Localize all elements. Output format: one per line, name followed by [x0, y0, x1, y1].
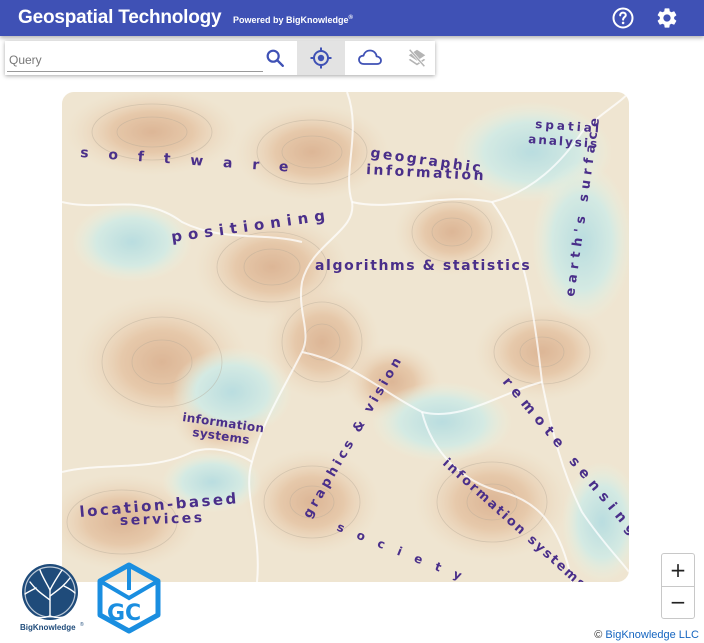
- topic-map[interactable]: s o f t w a r e geographic information s…: [62, 92, 629, 582]
- search-button[interactable]: [251, 41, 299, 75]
- bk-logo-mark: ®: [80, 621, 84, 628]
- gc-letters: GC: [107, 601, 141, 626]
- zoom-out-button[interactable]: −: [662, 586, 694, 618]
- copyright-symbol: ©: [594, 629, 603, 641]
- layers-toggle-button[interactable]: [393, 41, 441, 75]
- cloud-button[interactable]: [346, 41, 394, 75]
- app-title: Geospatial Technology: [18, 7, 222, 28]
- cloud-icon: [358, 49, 382, 65]
- zoom-control: + −: [661, 553, 695, 619]
- zoom-in-button[interactable]: +: [662, 554, 694, 587]
- terrain-map[interactable]: s o f t w a r e geographic information s…: [62, 92, 629, 582]
- gc-cube-icon: GC: [97, 562, 161, 634]
- layers-off-icon: [408, 48, 426, 68]
- bk-logo-text: BigKnowledge: [20, 623, 76, 632]
- crosshair-icon: [310, 47, 332, 69]
- powered-by: Powered by BigKnowledge®: [233, 15, 353, 25]
- help-circle-icon: [612, 7, 634, 29]
- search-toolbar: [5, 41, 435, 75]
- tree-logo-icon: BigKnowledge ®: [20, 564, 84, 632]
- company-link[interactable]: BigKnowledge LLC: [605, 629, 699, 641]
- search-icon: [266, 49, 284, 67]
- gc-logo[interactable]: GC: [96, 562, 162, 634]
- footer-copyright: © BigKnowledge LLC: [594, 629, 699, 641]
- app-header: Geospatial Technology Powered by BigKnow…: [0, 0, 704, 36]
- query-input[interactable]: [7, 49, 263, 72]
- label-services[interactable]: services: [120, 510, 205, 529]
- locate-button[interactable]: [297, 41, 345, 75]
- gear-icon: [657, 8, 677, 28]
- bigknowledge-logo[interactable]: BigKnowledge ®: [12, 560, 90, 638]
- settings-button[interactable]: [655, 6, 679, 30]
- label-algorithms-statistics[interactable]: algorithms & statistics: [315, 258, 531, 274]
- registered-mark: ®: [348, 15, 353, 21]
- help-button[interactable]: [611, 6, 635, 30]
- powered-by-text: Powered by BigKnowledge: [233, 15, 349, 25]
